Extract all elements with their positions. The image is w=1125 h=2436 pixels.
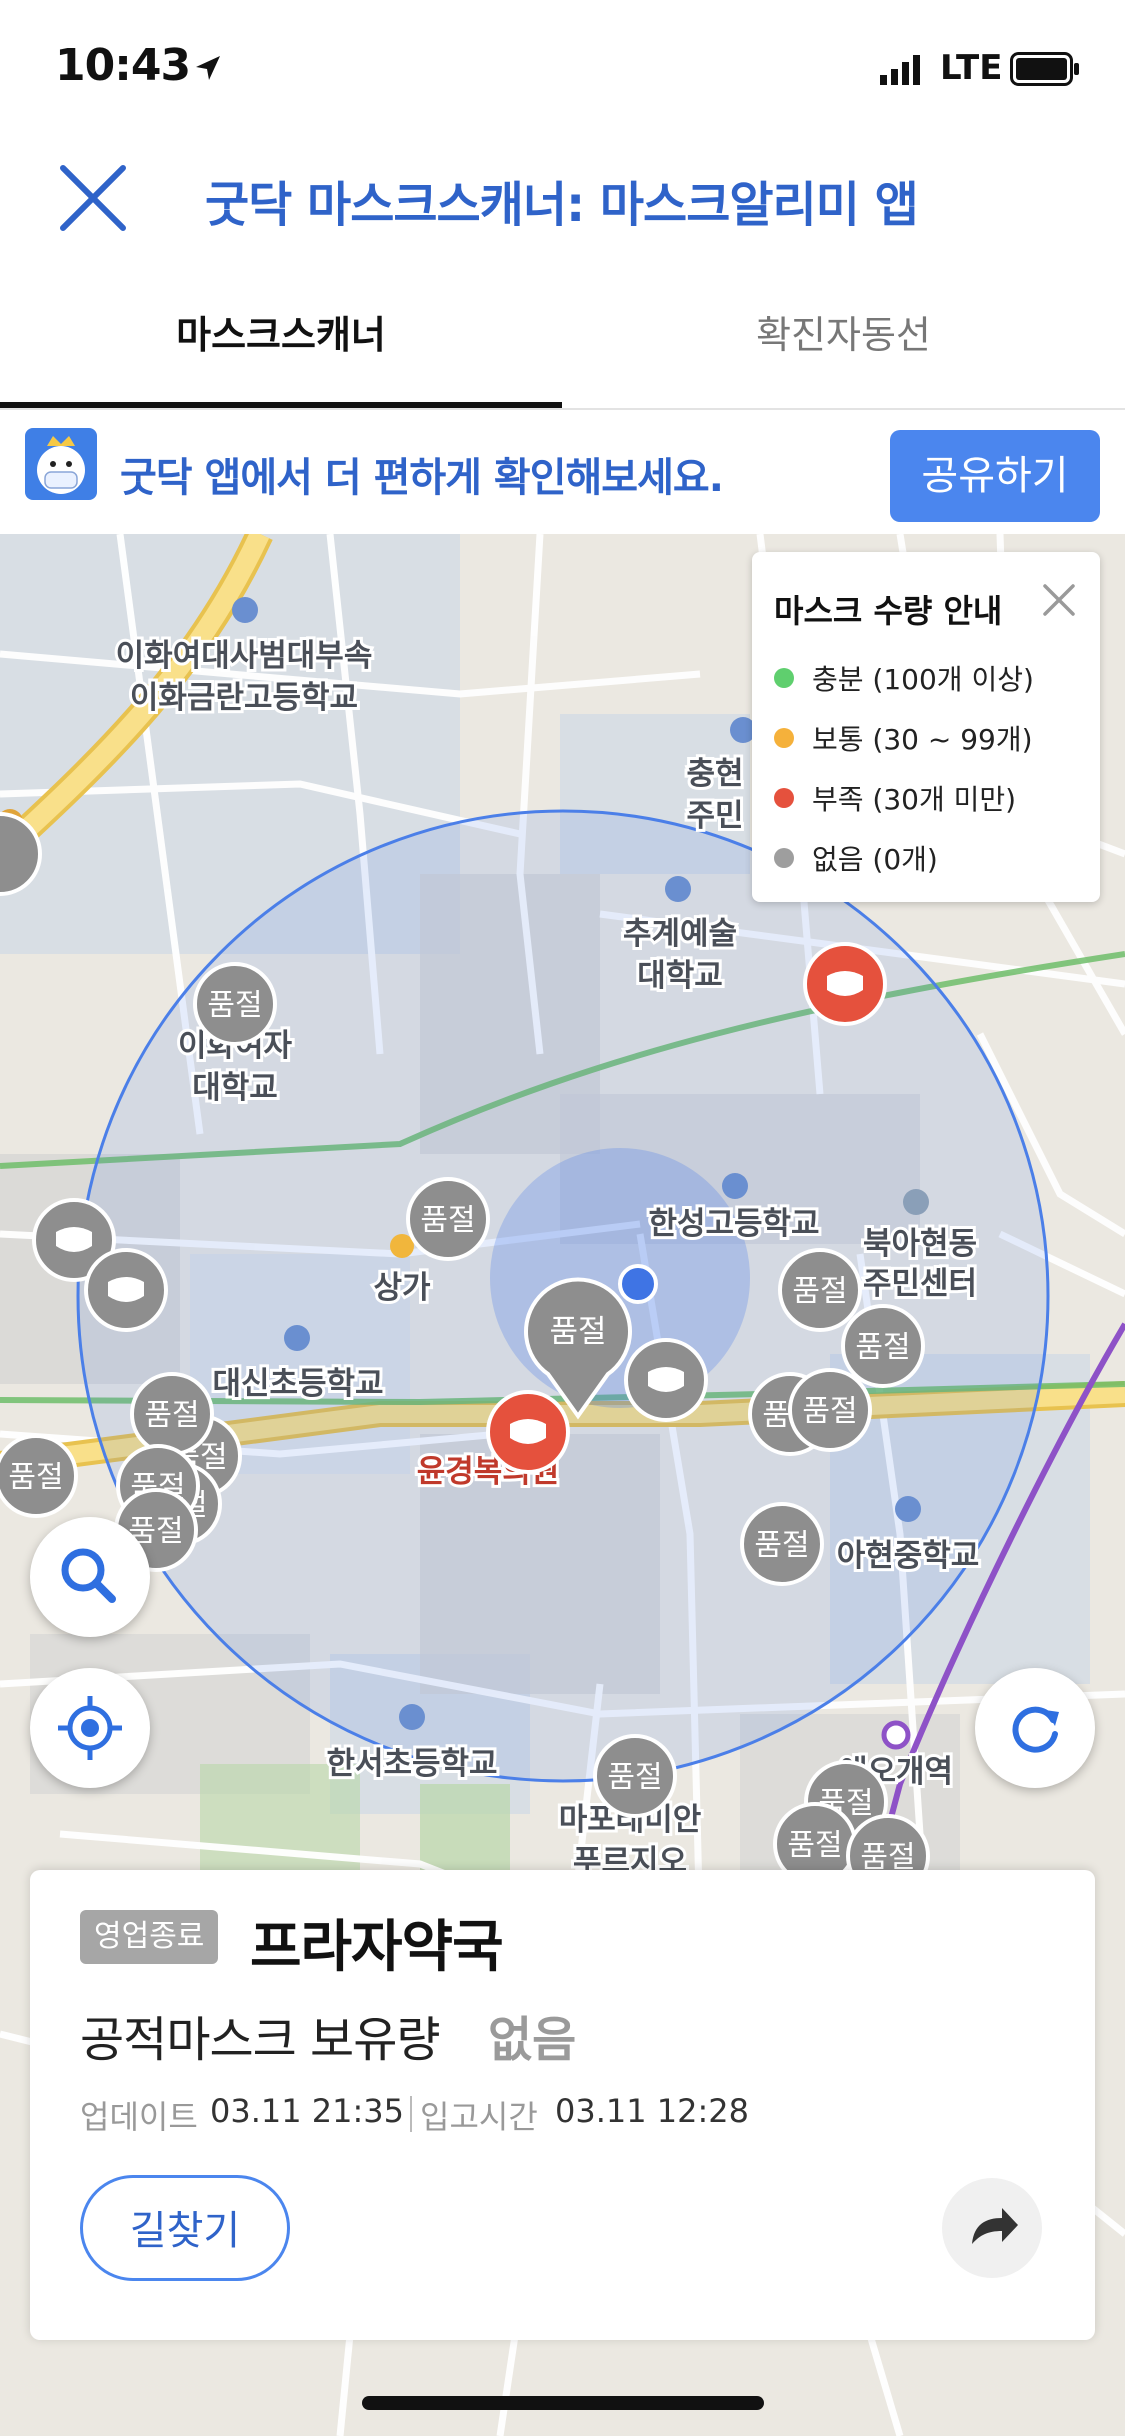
refresh-button[interactable] [975, 1668, 1095, 1788]
mask-marker-low[interactable] [486, 1390, 570, 1474]
place-label: 추계예술 [623, 916, 737, 952]
home-indicator [362, 2396, 764, 2410]
soldout-marker[interactable]: 품절 [0, 1434, 78, 1518]
signal-icon [880, 55, 920, 85]
svg-text:품절: 품절 [607, 1760, 662, 1795]
mask-stock-legend: 마스크 수량 안내 충분 (100개 이상) 보통 (30 ~ 99개) 부족 … [752, 552, 1100, 902]
place-label: 이화금란고등학교 [130, 680, 358, 716]
svg-text:품절: 품절 [144, 1398, 199, 1433]
legend-title: 마스크 수량 안내 [774, 592, 1003, 630]
network-type: LTE [940, 48, 1003, 88]
orange-dot-icon [774, 728, 794, 748]
pharmacy-info-card[interactable]: 영업종료 프라자약국 공적마스크 보유량 없음 업데이트 03.11 21:35… [30, 1870, 1095, 2340]
place-label: 주민 [686, 798, 743, 834]
soldout-marker[interactable]: 품절 [130, 1372, 214, 1456]
status-time: 10:43 [55, 40, 191, 91]
search-icon [61, 1548, 116, 1603]
place-label: 충현 [686, 756, 743, 792]
svg-text:품절: 품절 [787, 1828, 842, 1863]
svg-text:품절: 품절 [420, 1203, 475, 1238]
divider [410, 2096, 412, 2132]
soldout-marker[interactable]: 품절 [788, 1368, 872, 1452]
tab-mask-scanner[interactable]: 마스크스캐너 [0, 290, 562, 410]
soldout-marker[interactable]: 품절 [593, 1734, 677, 1818]
legend-item-none: 없음 (0개) [774, 838, 938, 878]
updated-value: 03.11 21:35 [210, 2092, 404, 2130]
page-title: 굿닥 마스크스캐너: 마스크알리미 앱 [205, 177, 919, 233]
legend-item-normal: 보통 (30 ~ 99개) [774, 718, 1033, 758]
place-label: 한성고등학교 [648, 1206, 819, 1242]
soldout-marker[interactable]: 품절 [740, 1502, 824, 1586]
status-badge: 영업종료 [80, 1910, 219, 1964]
share-pharmacy-button[interactable] [942, 2178, 1042, 2278]
soldout-marker[interactable]: 품절 [778, 1248, 862, 1332]
red-dot-icon [774, 788, 794, 808]
tab-patient-route[interactable]: 확진자동선 [562, 290, 1125, 410]
place-label: 한서초등학교 [326, 1746, 497, 1782]
place-label: 아현중학교 [837, 1538, 980, 1574]
tabs-divider [0, 408, 1125, 410]
close-icon[interactable] [55, 160, 131, 236]
updated-label: 업데이트 [80, 2098, 198, 2136]
directions-button[interactable]: 길찾기 [80, 2175, 290, 2281]
search-button[interactable] [30, 1517, 150, 1637]
soldout-marker[interactable]: 품절 [193, 962, 277, 1046]
place-label: 주민센터 [863, 1266, 977, 1302]
crosshair-icon [58, 1696, 122, 1760]
pharmacy-name: 프라자약국 [250, 1915, 504, 1980]
gray-dot-icon [774, 848, 794, 868]
place-label: 이화여대사범대부속 [116, 638, 373, 674]
share-button[interactable]: 공유하기 [890, 430, 1100, 522]
mask-marker-gray[interactable] [84, 1248, 168, 1332]
soldout-marker[interactable]: 품절 [841, 1304, 925, 1388]
place-label: 대학교 [637, 958, 723, 994]
mask-marker-low[interactable] [803, 942, 887, 1026]
svg-text:품절: 품절 [8, 1460, 63, 1495]
soldout-marker[interactable]: 품절 [406, 1177, 490, 1261]
stocked-label: 입고시간 [420, 2098, 538, 2136]
mask-marker-gray[interactable] [624, 1338, 708, 1422]
svg-text:품절: 품절 [792, 1274, 847, 1309]
svg-text:품절: 품절 [754, 1528, 809, 1563]
battery-icon [1010, 52, 1079, 86]
svg-text:품절: 품절 [802, 1394, 857, 1429]
place-label: 북아현동 [863, 1226, 977, 1262]
stocked-value: 03.11 12:28 [555, 2092, 749, 2130]
legend-item-low: 부족 (30개 미만) [774, 778, 1016, 818]
place-label: 상가 [373, 1270, 431, 1306]
app-mascot-icon [25, 428, 97, 500]
place-label: 대신초등학교 [212, 1366, 383, 1402]
stock-label: 공적마스크 보유량 [80, 2012, 441, 2068]
close-icon[interactable] [1037, 578, 1081, 622]
refresh-icon [1012, 1706, 1059, 1753]
banner-text: 굿닥 앱에서 더 편하게 확인해보세요. [120, 455, 724, 501]
svg-text:품절: 품절 [855, 1330, 910, 1365]
place-label: 대학교 [192, 1070, 278, 1106]
current-location-button[interactable] [30, 1668, 150, 1788]
svg-text:품절: 품절 [207, 988, 262, 1023]
location-arrow-icon [196, 56, 220, 80]
share-arrow-icon [972, 2208, 1018, 2244]
green-dot-icon [774, 668, 794, 688]
svg-text:품절: 품절 [549, 1314, 606, 1350]
legend-item-sufficient: 충분 (100개 이상) [774, 658, 1034, 698]
stock-value: 없음 [488, 2012, 577, 2068]
